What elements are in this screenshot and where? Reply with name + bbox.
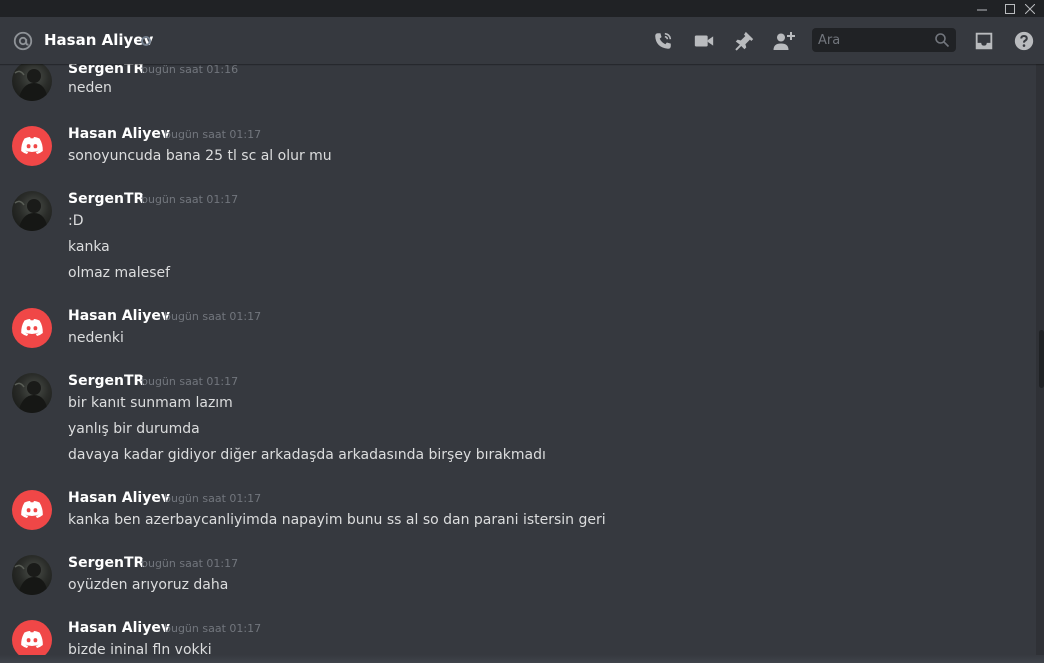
- help-icon: [1014, 31, 1034, 51]
- message-timestamp: bugün saat 01:17: [164, 128, 262, 141]
- message-timestamp: bugün saat 01:17: [164, 310, 262, 323]
- avatar[interactable]: [12, 191, 52, 231]
- message-list-scrollbar-thumb[interactable]: [1039, 330, 1044, 388]
- discord-logo-icon: [21, 631, 43, 648]
- add-friend-icon: [773, 32, 795, 50]
- pinned-messages-button[interactable]: [732, 29, 756, 53]
- window-titlebar: [0, 0, 1044, 17]
- discord-logo-icon: [21, 319, 43, 336]
- user-photo-icon: [14, 381, 48, 413]
- message-timestamp: bugün saat 01:17: [141, 375, 239, 388]
- dm-recipient-name: Hasan Aliyev: [44, 31, 154, 49]
- discord-logo-icon: [21, 501, 43, 518]
- message-text: neden: [68, 80, 112, 96]
- message-text: kanka: [68, 239, 110, 255]
- avatar[interactable]: [12, 308, 52, 348]
- message-text: nedenki: [68, 330, 124, 346]
- avatar[interactable]: [12, 373, 52, 413]
- video-call-button[interactable]: [692, 29, 716, 53]
- message-text: yanlış bir durumda: [68, 421, 200, 437]
- message-author[interactable]: Hasan Aliyev: [68, 307, 170, 325]
- user-photo-icon: [14, 69, 48, 101]
- search-input[interactable]: [818, 28, 930, 52]
- avatar[interactable]: [12, 126, 52, 166]
- add-friend-to-dm-button[interactable]: [772, 29, 796, 53]
- at-sign-icon: [13, 31, 33, 51]
- message-author[interactable]: SergenTR: [68, 190, 144, 208]
- message-timestamp: bugün saat 01:17: [164, 492, 262, 505]
- close-button[interactable]: [1016, 0, 1044, 17]
- avatar[interactable]: [12, 555, 52, 595]
- message-timestamp: bugün saat 01:16: [141, 64, 239, 76]
- message-author[interactable]: SergenTR: [68, 64, 144, 78]
- message-text: kanka ben azerbaycanliyimda napayim bunu…: [68, 512, 606, 528]
- message-list[interactable]: SergenTR bugün saat 01:16 neden Hasan Al…: [0, 64, 1036, 663]
- message-timestamp: bugün saat 01:17: [141, 557, 239, 570]
- message-composer-edge: [0, 655, 1044, 663]
- user-photo-icon: [14, 563, 48, 595]
- voice-call-icon: [655, 32, 672, 49]
- message-text: bir kanıt sunmam lazım: [68, 395, 233, 411]
- help-button[interactable]: [1012, 29, 1036, 53]
- user-photo-icon: [14, 199, 48, 231]
- minimize-button[interactable]: [968, 0, 996, 17]
- search-icon: [935, 33, 950, 48]
- message-author[interactable]: Hasan Aliyev: [68, 619, 170, 637]
- close-icon: [1025, 3, 1035, 14]
- avatar[interactable]: [12, 64, 52, 101]
- dm-header: Hasan Aliyev: [0, 17, 1044, 64]
- inbox-button[interactable]: [972, 29, 996, 53]
- video-call-icon: [694, 35, 714, 47]
- message-author[interactable]: SergenTR: [68, 372, 144, 390]
- message-author[interactable]: SergenTR: [68, 554, 144, 572]
- discord-logo-icon: [21, 137, 43, 154]
- message-author[interactable]: Hasan Aliyev: [68, 125, 170, 143]
- message-text: :D: [68, 213, 84, 229]
- minimize-icon: [977, 9, 987, 10]
- message-timestamp: bugün saat 01:17: [164, 622, 262, 635]
- voice-call-button[interactable]: [651, 29, 675, 53]
- message-author[interactable]: Hasan Aliyev: [68, 489, 170, 507]
- inbox-icon: [975, 32, 993, 50]
- message-text: olmaz malesef: [68, 265, 171, 281]
- pinned-messages-icon: [735, 31, 754, 51]
- search-box[interactable]: [812, 28, 956, 52]
- maximize-icon: [1005, 3, 1015, 14]
- message-text: sonoyuncuda bana 25 tl sc al olur mu: [68, 148, 332, 164]
- message-text: davaya kadar gidiyor diğer arkadaşda ark…: [68, 447, 546, 463]
- status-indicator-offline: [141, 36, 151, 46]
- message-timestamp: bugün saat 01:17: [141, 193, 239, 206]
- message-text: oyüzden arıyoruz daha: [68, 577, 229, 593]
- avatar[interactable]: [12, 620, 52, 660]
- avatar[interactable]: [12, 490, 52, 530]
